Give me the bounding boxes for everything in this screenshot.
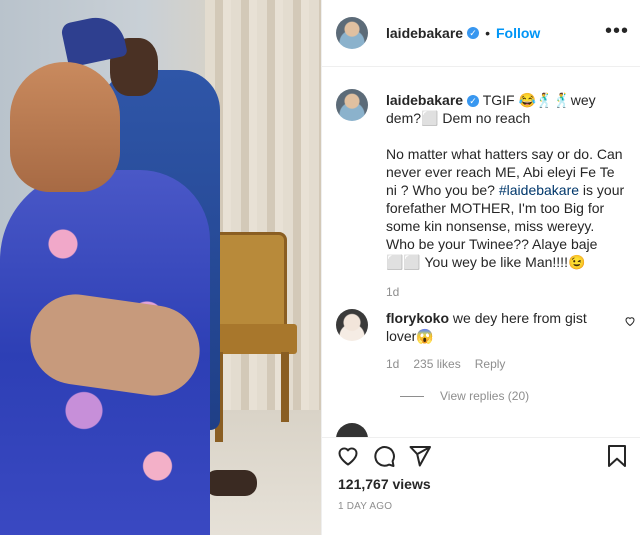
comment-meta: 1d 235 likes Reply <box>386 355 604 373</box>
view-replies-button[interactable]: View replies (20) <box>400 389 529 403</box>
caption-body: laidebakare ✓ TGIF 😂🕺🕺wey dem?⬜ Dem no re… <box>386 91 626 301</box>
next-comment-avatar[interactable] <box>336 423 368 437</box>
caption-avatar[interactable] <box>336 89 368 121</box>
post-timestamp[interactable]: 1 DAY AGO <box>338 501 392 512</box>
comments-section[interactable]: laidebakare ✓ TGIF 😂🕺🕺wey dem?⬜ Dem no re… <box>322 67 640 437</box>
caption-time: 1d <box>386 285 400 299</box>
commenter-username[interactable]: florykoko <box>386 310 449 326</box>
comment-time[interactable]: 1d <box>386 355 399 373</box>
replies-divider <box>400 395 424 397</box>
bookmark-icon[interactable] <box>605 444 629 473</box>
verified-icon: ✓ <box>467 27 480 39</box>
heart-icon[interactable] <box>336 444 360 473</box>
woman-hair <box>10 62 120 192</box>
share-icon[interactable] <box>408 444 432 473</box>
comment-body: florykoko we dey here from gist lover😱 1… <box>386 309 604 373</box>
post-header: laidebakare ✓ • Follow ••• <box>322 0 640 67</box>
comment-item: florykoko we dey here from gist lover😱 1… <box>336 309 636 373</box>
follow-button[interactable]: Follow <box>496 25 540 41</box>
author-username[interactable]: laidebakare <box>386 25 463 41</box>
action-icons <box>336 444 432 473</box>
comment-likes[interactable]: 235 likes <box>413 355 460 373</box>
view-replies-label: View replies (20) <box>440 389 530 403</box>
post-panel: laidebakare ✓ • Follow ••• laidebakare ✓ … <box>321 0 640 535</box>
commenter-avatar[interactable] <box>336 309 368 341</box>
separator-dot: • <box>485 25 490 41</box>
shoe <box>205 470 257 496</box>
post-video[interactable] <box>0 0 321 535</box>
verified-icon: ✓ <box>467 95 480 108</box>
hashtag-link[interactable]: #laidebakare <box>499 182 579 198</box>
caption-username[interactable]: laidebakare <box>386 92 463 108</box>
more-icon[interactable]: ••• <box>605 20 629 43</box>
view-count[interactable]: 121,767 views <box>338 476 431 492</box>
action-bar: 121,767 views 1 DAY AGO <box>322 437 640 536</box>
comment-like-icon[interactable] <box>624 315 636 330</box>
caption: laidebakare ✓ TGIF 😂🕺🕺wey dem?⬜ Dem no re… <box>336 89 636 301</box>
reply-button[interactable]: Reply <box>475 355 506 373</box>
author-avatar[interactable] <box>336 17 368 49</box>
comment-icon[interactable] <box>372 444 396 473</box>
